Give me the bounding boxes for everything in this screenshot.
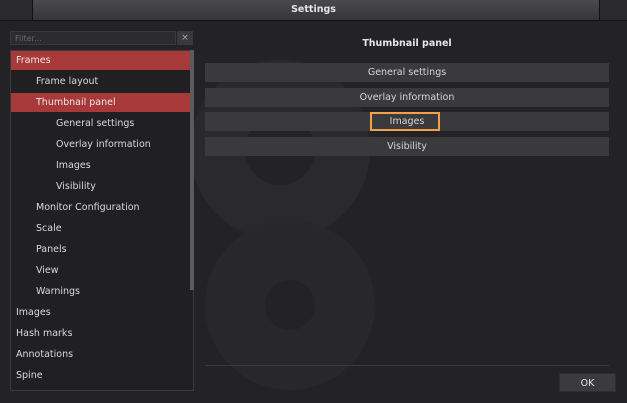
tree-item-label: Panels xyxy=(36,244,67,255)
tree-item[interactable]: Panels xyxy=(11,240,193,259)
tree-item-label: General settings xyxy=(56,118,135,129)
tree-item[interactable]: Hash marks xyxy=(11,324,193,343)
tree-item[interactable]: Images xyxy=(11,303,193,322)
tree-item[interactable]: Scale xyxy=(11,219,193,238)
clear-filter-button[interactable]: × xyxy=(177,31,193,45)
panel-button[interactable]: Overlay information xyxy=(205,88,609,107)
tree-item-label: Visibility xyxy=(56,181,96,192)
panel-title: Thumbnail panel xyxy=(362,38,452,49)
tree-item[interactable]: Thumbnail panel xyxy=(11,93,193,112)
tree-item-label: Images xyxy=(56,160,91,171)
footer-divider xyxy=(205,365,609,366)
title-bar: Settings xyxy=(0,0,627,21)
tree-item-label: Hash marks xyxy=(16,328,73,339)
tree-item-label: Warnings xyxy=(36,286,81,297)
tree-item-label: Images xyxy=(16,307,51,318)
tree-item[interactable]: Annotations xyxy=(11,345,193,364)
tree-item-label: Scale xyxy=(36,223,62,234)
panel-button[interactable]: Images xyxy=(205,112,609,131)
tree-item-label: Overlay information xyxy=(56,139,151,150)
panel-button[interactable]: General settings xyxy=(205,63,609,82)
ok-button[interactable]: OK xyxy=(559,373,616,392)
tree-item[interactable]: Images xyxy=(11,156,193,175)
tree-item-label: Frames xyxy=(16,55,51,66)
tree-item-label: View xyxy=(36,265,59,276)
tree-item[interactable]: Frame layout xyxy=(11,72,193,91)
tree-item[interactable]: Warnings xyxy=(11,282,193,301)
tree-item-label: Frame layout xyxy=(36,76,99,87)
tree-item-label: Spine xyxy=(16,370,43,381)
tree-item[interactable]: View xyxy=(11,261,193,280)
tree-item[interactable]: Monitor Configuration xyxy=(11,198,193,217)
filter-input[interactable] xyxy=(10,31,176,45)
tree-item[interactable]: Overlay information xyxy=(11,135,193,154)
tree-item[interactable]: Spine xyxy=(11,366,193,385)
window-title: Settings xyxy=(291,4,336,15)
settings-window: Settings × Frames Frame layout Thumbnail p… xyxy=(0,0,627,403)
tree-item-label: Monitor Configuration xyxy=(36,202,140,213)
tree-item[interactable]: General settings xyxy=(11,114,193,133)
tree-scrollbar[interactable] xyxy=(190,50,194,290)
settings-tree: Frames Frame layout Thumbnail panel General… xyxy=(10,50,194,391)
tree-item-label: Annotations xyxy=(16,349,74,360)
panel-button[interactable]: Visibility xyxy=(205,137,609,156)
tree-item-label: Thumbnail panel xyxy=(36,97,116,108)
tree-item[interactable]: Visibility xyxy=(11,177,193,196)
tree-item[interactable]: Frames xyxy=(11,51,193,70)
